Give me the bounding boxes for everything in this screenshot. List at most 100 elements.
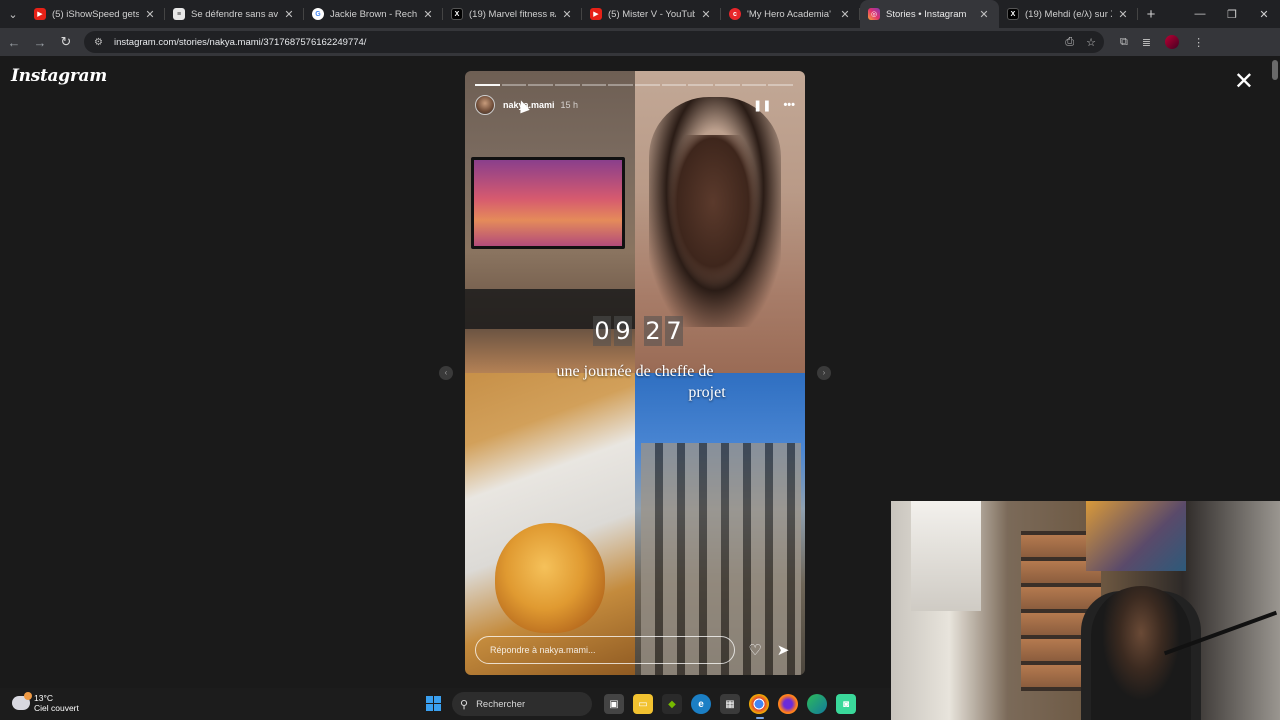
tab-marvel-fitness[interactable]: X (19) Marvel fitness ʀᴀ (@M ✕ <box>443 0 582 28</box>
window-controls: — ❐ ✕ <box>1184 8 1280 21</box>
instagram-logo[interactable]: Instagram <box>11 66 107 86</box>
x-icon: X <box>451 8 463 20</box>
chrome-icon[interactable] <box>749 694 769 714</box>
browser-tab-bar: ⌄ ▶ (5) iShowSpeed gets a Ch ✕ ≡ Se défe… <box>0 0 1280 28</box>
previous-story-button[interactable]: ‹ <box>439 366 453 380</box>
taskbar-search-label: Rechercher <box>476 698 526 710</box>
close-icon[interactable]: ✕ <box>143 8 157 21</box>
tab-title: 'My Hero Academia' Live <box>747 8 834 20</box>
profile-avatar-icon[interactable] <box>1165 35 1180 49</box>
tab-se-defendre[interactable]: ≡ Se défendre sans avocat ✕ <box>165 0 304 28</box>
forward-button[interactable]: → <box>28 30 52 54</box>
story-time-ago: 15 h <box>560 100 579 110</box>
tab-title: Jackie Brown - Recherche <box>330 8 417 20</box>
google-icon: G <box>312 8 324 20</box>
firefox-icon[interactable] <box>778 694 798 714</box>
tab-title: (19) Mehdi (e/λ) sur X : "I <box>1025 8 1112 20</box>
close-icon[interactable]: ✕ <box>282 8 296 21</box>
pause-icon[interactable]: ❚❚ <box>753 99 771 112</box>
caption-line-1: une journée de cheffe de <box>556 363 714 380</box>
start-button[interactable] <box>426 696 441 711</box>
nvidia-icon[interactable]: ◆ <box>662 694 682 714</box>
story-photo-building <box>635 373 805 675</box>
reply-input[interactable] <box>475 636 735 664</box>
user-avatar[interactable] <box>475 95 495 115</box>
taskbar-apps: ▣ ▭ ◆ e ▦ ◙ <box>604 694 856 714</box>
taskbar-search[interactable]: ⚲ Rechercher <box>452 692 592 716</box>
reload-icon: ↻ <box>60 34 72 49</box>
tab-my-hero-academia[interactable]: c 'My Hero Academia' Live ✕ <box>721 0 860 28</box>
tab-mehdi[interactable]: X (19) Mehdi (e/λ) sur X : "I ✕ <box>999 0 1138 28</box>
progress-segment <box>661 84 687 86</box>
restore-icon[interactable]: ❐ <box>1216 8 1248 21</box>
tab-ishowspeed[interactable]: ▶ (5) iShowSpeed gets a Ch ✕ <box>26 0 165 28</box>
clock-separator <box>635 316 641 346</box>
document-icon: ≡ <box>173 8 185 20</box>
close-icon[interactable]: ✕ <box>1116 8 1130 21</box>
progress-segment <box>635 84 660 86</box>
reload-button[interactable]: ↻ <box>54 30 78 54</box>
tab-jackie-brown[interactable]: G Jackie Brown - Recherche ✕ <box>304 0 443 28</box>
progress-segment <box>475 84 500 86</box>
tab-title: (5) iShowSpeed gets a Ch <box>52 8 139 20</box>
site-settings-icon[interactable]: ⚙ <box>94 37 108 48</box>
webcam-overlay <box>891 501 1280 720</box>
bread-image <box>495 523 605 633</box>
close-icon[interactable]: ✕ <box>838 8 852 21</box>
tab-mister-v[interactable]: ▶ (5) Mister V - YouTube ✕ <box>582 0 721 28</box>
close-icon[interactable]: ✕ <box>699 8 713 21</box>
next-story-button[interactable]: › <box>817 366 831 380</box>
chevron-down-icon: ⌄ <box>8 8 18 21</box>
webcam-person <box>1091 586 1191 720</box>
close-window-icon[interactable]: ✕ <box>1248 8 1280 21</box>
weather-temperature: 13°C <box>34 693 53 703</box>
x-icon: X <box>1007 8 1019 20</box>
menu-kebab-icon[interactable]: ⋮ <box>1193 36 1204 49</box>
more-options-icon[interactable]: ••• <box>783 99 795 112</box>
file-explorer-icon[interactable]: ▭ <box>633 694 653 714</box>
weather-condition: Ciel couvert <box>34 703 79 713</box>
store-icon[interactable]: ▦ <box>720 694 740 714</box>
story-caption: une journée de cheffe de projet <box>465 361 805 403</box>
progress-segment <box>555 84 580 86</box>
progress-segment <box>768 84 794 86</box>
edge-dev-icon[interactable] <box>807 694 827 714</box>
address-bar[interactable]: ⚙ instagram.com/stories/nakya.mami/37176… <box>84 31 1104 53</box>
extensions-icon[interactable]: ⧉ <box>1120 36 1128 49</box>
close-icon[interactable]: ✕ <box>977 8 991 21</box>
monitor-image <box>471 157 625 249</box>
tab-title: (19) Marvel fitness ʀᴀ (@M <box>469 8 556 20</box>
close-story-icon[interactable]: ✕ <box>1234 70 1254 94</box>
active-app-indicator <box>756 717 764 719</box>
clock-digit: 9 <box>614 316 632 346</box>
story-photo-bread <box>465 373 635 675</box>
bookmark-star-icon[interactable]: ☆ <box>1086 36 1096 49</box>
edge-icon[interactable]: e <box>691 694 711 714</box>
windows-taskbar: 13°C Ciel couvert ⚲ Rechercher ▣ ▭ ◆ e ▦… <box>0 688 891 720</box>
tab-instagram-stories[interactable]: ◎ Stories • Instagram ✕ <box>860 0 999 28</box>
clock-digit: 2 <box>644 316 662 346</box>
clock-digit: 7 <box>665 316 683 346</box>
task-view-icon[interactable]: ▣ <box>604 694 624 714</box>
media-controls-icon[interactable]: ≣ <box>1142 36 1151 49</box>
arrow-left-icon: ← <box>7 34 21 50</box>
scrollbar-thumb[interactable] <box>1272 60 1278 80</box>
weather-widget[interactable]: 13°C Ciel couvert <box>12 692 79 713</box>
progress-segment <box>528 84 554 86</box>
close-icon[interactable]: ✕ <box>560 8 574 21</box>
chevron-left-icon: ‹ <box>444 368 448 377</box>
minimize-icon[interactable]: — <box>1184 8 1216 21</box>
youtube-icon: ▶ <box>34 8 46 20</box>
install-app-icon[interactable]: ⎙ <box>1065 36 1074 49</box>
progress-segment <box>501 84 527 86</box>
story-viewer[interactable]: nakya.mami 15 h ❚❚ ••• 0 9 2 7 une journ… <box>465 71 805 675</box>
game-app-icon[interactable]: ◙ <box>836 694 856 714</box>
new-tab-button[interactable]: + <box>1138 6 1164 23</box>
heart-icon[interactable]: ♡ <box>747 641 763 659</box>
send-icon[interactable]: ➤ <box>775 641 791 659</box>
back-button[interactable]: ← <box>2 30 26 54</box>
close-icon[interactable]: ✕ <box>421 8 435 21</box>
search-icon: ⚲ <box>460 698 469 711</box>
tab-search-button[interactable]: ⌄ <box>0 0 26 28</box>
chevron-right-icon: › <box>822 368 826 377</box>
